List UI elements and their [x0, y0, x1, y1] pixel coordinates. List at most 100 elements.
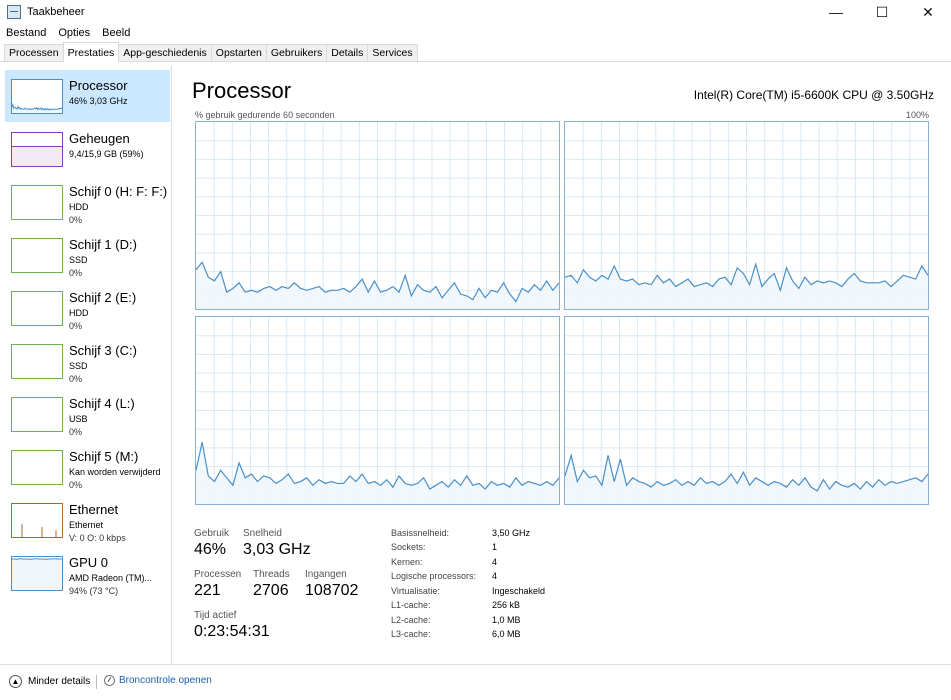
cpu-model: Intel(R) Core(TM) i5-6600K CPU @ 3.50GHz: [693, 88, 934, 102]
sidebar-item-label: Schijf 1 (D:): [69, 237, 137, 252]
handles-stat: Ingangen 108702: [305, 569, 358, 600]
ethernet-mini-graph: [21, 523, 57, 537]
resource-monitor-label: Broncontrole openen: [119, 675, 212, 686]
resource-monitor-link[interactable]: Broncontrole openen: [104, 675, 212, 686]
uptime-label: Tijd actief: [194, 610, 237, 621]
resource-monitor-icon: [104, 675, 115, 686]
sidebar-item-detail: 0%: [69, 427, 83, 437]
spec-label: Sockets:: [391, 542, 426, 552]
tab-opstarten[interactable]: Opstarten: [210, 44, 267, 61]
close-button[interactable]: ✕: [905, 0, 951, 24]
menu-opties[interactable]: Opties: [58, 27, 90, 39]
graph-max-label: 100%: [905, 110, 929, 120]
gpu-mini-graph: [12, 558, 62, 590]
processes-label: Processen: [194, 569, 242, 580]
spec-value: 4: [492, 557, 498, 567]
footer-bar: ▲ Minder details Broncontrole openen: [0, 664, 951, 700]
sidebar-item-detail: 46% 3,03 GHz: [69, 96, 128, 106]
minimize-button[interactable]: —: [813, 0, 859, 24]
fewer-details-button[interactable]: ▲ Minder details: [9, 675, 90, 688]
tab-details[interactable]: Details: [326, 44, 369, 61]
core-0-graph: [195, 121, 560, 310]
ethernet-thumbnail: [11, 503, 63, 538]
sidebar-item-disk-1[interactable]: Schijf 1 (D:) SSD 0%: [5, 229, 170, 281]
usage-label: Gebruik: [194, 528, 230, 539]
tab-prestaties[interactable]: Prestaties: [62, 42, 120, 62]
sidebar-item-detail: 0%: [69, 321, 83, 331]
sidebar-item-label: Geheugen: [69, 131, 130, 146]
sidebar-item-disk-2[interactable]: Schijf 2 (E:) HDD 0%: [5, 282, 170, 334]
window-controls: — ☐ ✕: [813, 0, 951, 24]
spec-value: 1: [492, 542, 498, 552]
sidebar-item-label: Schijf 4 (L:): [69, 396, 135, 411]
sidebar-item-detail: V: 0 O: 0 kbps: [69, 533, 126, 543]
sidebar-item-detail: AMD Radeon (TM)...: [69, 573, 153, 583]
disk-thumbnail: [11, 344, 63, 379]
maximize-button[interactable]: ☐: [859, 0, 905, 24]
sidebar-item-label: GPU 0: [69, 555, 109, 570]
sidebar-item-gpu[interactable]: GPU 0 AMD Radeon (TM)... 94% (73 °C): [5, 547, 170, 599]
spec-value: 4: [492, 571, 498, 581]
processor-thumbnail: [11, 79, 63, 114]
spec-value: 3,50 GHz: [492, 528, 531, 538]
sidebar-item-detail: SSD: [69, 255, 88, 265]
mini-graph-area: [12, 146, 62, 166]
sidebar-item-label: Processor: [69, 78, 128, 93]
sidebar-item-processor[interactable]: Processor 46% 3,03 GHz: [5, 70, 170, 122]
core-2-graph: [195, 316, 560, 505]
usage-value: 46%: [194, 541, 227, 558]
chevron-up-icon: ▲: [9, 675, 22, 688]
sidebar-item-memory[interactable]: Geheugen 9,4/15,9 GB (59%): [5, 123, 170, 175]
uptime-value: 0:23:54:31: [194, 623, 270, 640]
sidebar-item-detail: USB: [69, 414, 88, 424]
sidebar-item-detail: 94% (73 °C): [69, 586, 119, 596]
speed-stat: Snelheid 3,03 GHz: [243, 528, 311, 559]
resource-sidebar: Processor 46% 3,03 GHz Geheugen 9,4/15,9…: [0, 66, 172, 664]
sidebar-item-label: Schijf 3 (C:): [69, 343, 137, 358]
tab-processen[interactable]: Processen: [4, 44, 64, 61]
tab-gebruikers[interactable]: Gebruikers: [265, 44, 328, 61]
processor-mini-graph: [12, 102, 62, 113]
menu-bar: Bestand Opties Beeld: [0, 24, 951, 42]
sidebar-item-ethernet[interactable]: Ethernet Ethernet V: 0 O: 0 kbps: [5, 494, 170, 546]
sidebar-item-label: Ethernet: [69, 502, 119, 517]
menu-beeld[interactable]: Beeld: [102, 27, 130, 39]
sidebar-item-detail: HDD: [69, 202, 89, 212]
usage-stat: Gebruik 46%: [194, 528, 229, 559]
threads-label: Threads: [253, 569, 290, 580]
spec-label: Kernen:: [391, 557, 423, 567]
tab-app-geschiedenis[interactable]: App-geschiedenis: [118, 44, 212, 61]
sidebar-item-disk-0[interactable]: Schijf 0 (H: F: F:) HDD 0%: [5, 176, 170, 228]
sidebar-item-detail: 0%: [69, 374, 83, 384]
spec-value: Ingeschakeld: [492, 586, 546, 596]
sidebar-item-disk-3[interactable]: Schijf 3 (C:) SSD 0%: [5, 335, 170, 387]
speed-label: Snelheid: [243, 528, 282, 539]
gpu-thumbnail: [11, 556, 63, 591]
spec-label: L3-cache:: [391, 629, 431, 639]
menu-bestand[interactable]: Bestand: [6, 27, 46, 39]
sidebar-item-detail: SSD: [69, 361, 88, 371]
sidebar-item-disk-4[interactable]: Schijf 4 (L:) USB 0%: [5, 388, 170, 440]
title-bar: Taakbeheer — ☐ ✕: [0, 0, 951, 24]
sidebar-item-detail: 0%: [69, 215, 83, 225]
task-manager-icon: [7, 5, 21, 19]
sidebar-item-detail: 0%: [69, 268, 83, 278]
cpu-graphs: [195, 121, 929, 507]
sidebar-item-disk-5[interactable]: Schijf 5 (M:) Kan worden verwijderd 0%: [5, 441, 170, 493]
processes-value: 221: [194, 582, 221, 599]
sidebar-item-detail: Kan worden verwijderd: [69, 467, 161, 477]
sidebar-item-detail: 9,4/15,9 GB (59%): [69, 149, 144, 159]
sidebar-item-label: Schijf 5 (M:): [69, 449, 139, 464]
sidebar-item-detail: HDD: [69, 308, 89, 318]
sidebar-item-detail: 0%: [69, 480, 83, 490]
fewer-details-label: Minder details: [28, 676, 91, 687]
page-title: Processor: [192, 78, 292, 103]
threads-value: 2706: [253, 582, 289, 599]
spec-value: 256 kB: [492, 600, 521, 610]
tab-services[interactable]: Services: [367, 44, 418, 61]
sidebar-item-label: Schijf 2 (E:): [69, 290, 137, 305]
footer-divider: [96, 675, 97, 689]
threads-stat: Threads 2706: [253, 569, 290, 600]
window-title: Taakbeheer: [27, 6, 85, 18]
spec-label: Basissnelheid:: [391, 528, 450, 538]
